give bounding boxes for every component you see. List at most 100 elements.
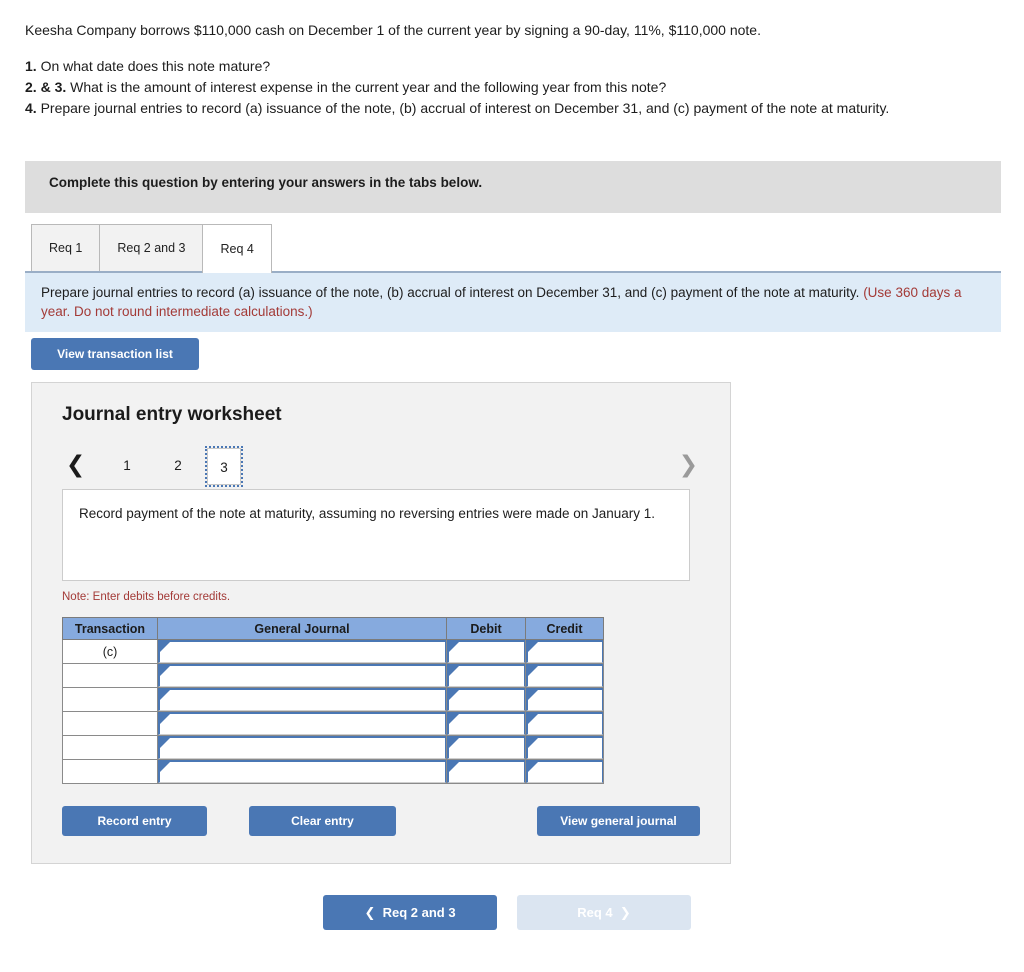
cell-credit[interactable]	[525, 663, 604, 688]
debit-input[interactable]	[447, 640, 525, 663]
journal-entry-worksheet-panel: Journal entry worksheet ❮ 1 2 3 ❯ Record…	[31, 382, 731, 864]
general-journal-select[interactable]	[158, 640, 446, 663]
dropdown-triangle-icon	[160, 738, 170, 748]
chevron-right-icon: ❯	[619, 906, 631, 921]
instruction-banner-text: Complete this question by entering your …	[49, 175, 483, 190]
column-header-debit: Debit	[446, 617, 526, 640]
dropdown-triangle-icon	[528, 738, 538, 748]
debit-input[interactable]	[447, 688, 525, 711]
requirement-4-number: 4.	[25, 100, 37, 116]
worksheet-page-2[interactable]: 2	[164, 452, 192, 480]
tab-req-1[interactable]: Req 1	[31, 224, 101, 271]
cell-transaction: (c)	[62, 639, 158, 664]
tab-req-4[interactable]: Req 4	[202, 224, 272, 273]
cell-debit[interactable]	[446, 711, 526, 736]
prev-requirement-button[interactable]: ❮ Req 2 and 3	[323, 895, 497, 930]
cell-credit[interactable]	[525, 639, 604, 664]
requirement-1-text: On what date does this note mature?	[40, 58, 271, 74]
cell-debit[interactable]	[446, 735, 526, 760]
credit-input[interactable]	[526, 640, 603, 663]
requirement-description-banner: Prepare journal entries to record (a) is…	[25, 271, 1001, 332]
problem-statement: Keesha Company borrows $110,000 cash on …	[25, 20, 993, 119]
cell-transaction	[62, 759, 158, 784]
dropdown-triangle-icon	[449, 714, 459, 724]
cell-general-journal[interactable]	[157, 639, 447, 664]
debit-input[interactable]	[447, 736, 525, 759]
cell-general-journal[interactable]	[157, 663, 447, 688]
worksheet-title: Journal entry worksheet	[62, 404, 282, 425]
dropdown-triangle-icon	[528, 666, 538, 676]
requirement-2-number: 2. & 3.	[25, 79, 67, 95]
cell-general-journal[interactable]	[157, 711, 447, 736]
dropdown-triangle-icon	[160, 666, 170, 676]
dropdown-triangle-icon	[528, 762, 538, 772]
cell-transaction	[62, 687, 158, 712]
debit-input[interactable]	[447, 712, 525, 735]
credit-input[interactable]	[526, 688, 603, 711]
worksheet-page-1[interactable]: 1	[113, 452, 141, 480]
next-requirement-label: Req 4	[577, 905, 613, 920]
view-general-journal-button[interactable]: View general journal	[537, 806, 700, 836]
debit-input[interactable]	[447, 664, 525, 687]
dropdown-triangle-icon	[449, 690, 459, 700]
credit-input[interactable]	[526, 712, 603, 735]
credit-input[interactable]	[526, 664, 603, 687]
chevron-right-icon[interactable]: ❯	[679, 443, 698, 487]
requirement-description-main: Prepare journal entries to record (a) is…	[41, 285, 860, 300]
cell-debit[interactable]	[446, 687, 526, 712]
column-header-transaction: Transaction	[62, 617, 158, 640]
general-journal-select[interactable]	[158, 760, 446, 783]
dropdown-triangle-icon	[449, 642, 459, 652]
cell-credit[interactable]	[525, 759, 604, 784]
cell-transaction	[62, 735, 158, 760]
requirement-1: 1. On what date does this note mature?	[25, 56, 993, 77]
general-journal-select[interactable]	[158, 736, 446, 759]
requirement-4-text: Prepare journal entries to record (a) is…	[40, 100, 890, 116]
chevron-left-icon[interactable]: ❮	[66, 443, 85, 487]
requirement-2: 2. & 3. What is the amount of interest e…	[25, 77, 993, 98]
question-page: Keesha Company borrows $110,000 cash on …	[0, 0, 1024, 972]
cell-general-journal[interactable]	[157, 759, 447, 784]
table-row	[62, 687, 604, 712]
requirement-1-number: 1.	[25, 58, 37, 74]
dropdown-triangle-icon	[160, 690, 170, 700]
general-journal-select[interactable]	[158, 664, 446, 687]
dropdown-triangle-icon	[449, 762, 459, 772]
worksheet-page-3-selected[interactable]: 3	[205, 446, 243, 487]
instruction-banner: Complete this question by entering your …	[25, 161, 1001, 213]
transaction-prompt-text: Record payment of the note at maturity, …	[79, 506, 656, 521]
cell-transaction	[62, 711, 158, 736]
record-entry-button[interactable]: Record entry	[62, 806, 207, 836]
table-row: (c)	[62, 639, 604, 664]
requirement-4: 4. Prepare journal entries to record (a)…	[25, 98, 993, 119]
cell-debit[interactable]	[446, 663, 526, 688]
dropdown-triangle-icon	[528, 714, 538, 724]
debits-before-credits-note: Note: Enter debits before credits.	[62, 591, 231, 603]
credit-input[interactable]	[526, 736, 603, 759]
dropdown-triangle-icon	[449, 738, 459, 748]
cell-general-journal[interactable]	[157, 687, 447, 712]
cell-credit[interactable]	[525, 735, 604, 760]
cell-credit[interactable]	[525, 711, 604, 736]
chevron-left-icon: ❮	[364, 906, 376, 921]
general-journal-select[interactable]	[158, 712, 446, 735]
tab-req-2-and-3[interactable]: Req 2 and 3	[99, 224, 204, 271]
debit-input[interactable]	[447, 760, 525, 783]
prev-requirement-label: Req 2 and 3	[382, 905, 456, 920]
cell-debit[interactable]	[446, 639, 526, 664]
column-header-general-journal: General Journal	[157, 617, 447, 640]
problem-lead-text: Keesha Company borrows $110,000 cash on …	[25, 22, 761, 38]
clear-entry-button[interactable]: Clear entry	[249, 806, 396, 836]
dropdown-triangle-icon	[528, 690, 538, 700]
view-transaction-list-button[interactable]: View transaction list	[31, 338, 199, 370]
cell-general-journal[interactable]	[157, 735, 447, 760]
requirement-2-text: What is the amount of interest expense i…	[70, 79, 667, 95]
next-requirement-button[interactable]: Req 4 ❯	[517, 895, 691, 930]
worksheet-pager: ❮ 1 2 3 ❯	[62, 443, 702, 487]
cell-credit[interactable]	[525, 687, 604, 712]
cell-debit[interactable]	[446, 759, 526, 784]
general-journal-select[interactable]	[158, 688, 446, 711]
credit-input[interactable]	[526, 760, 603, 783]
requirement-tabs: Req 1 Req 2 and 3 Req 4	[31, 224, 272, 273]
dropdown-triangle-icon	[160, 714, 170, 724]
